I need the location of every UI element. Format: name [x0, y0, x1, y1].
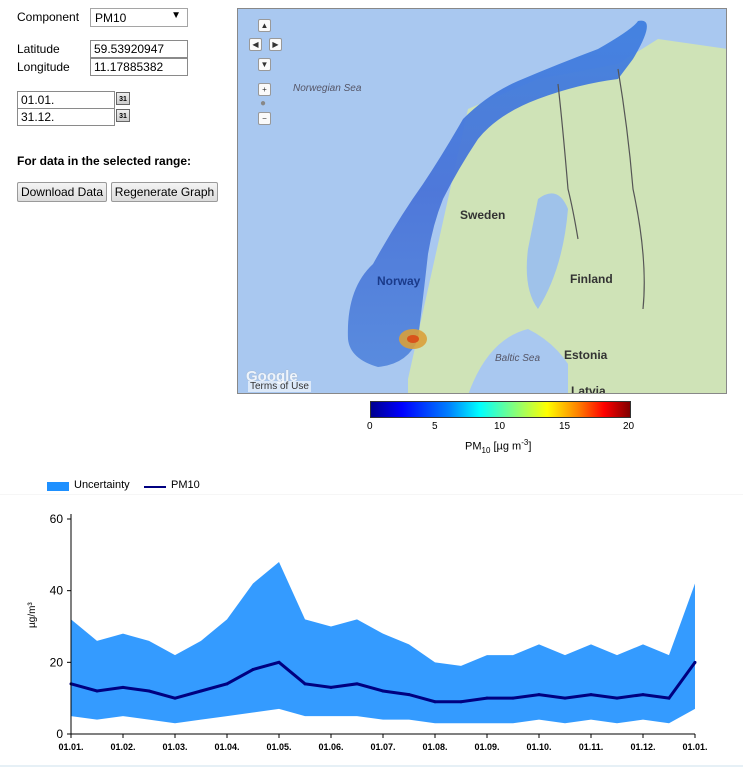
y-tick-label: 0: [56, 727, 63, 741]
data-point-pm10: [537, 693, 541, 697]
x-tick-label: 01.12.: [630, 742, 655, 752]
date-to-field[interactable]: [17, 108, 115, 126]
map-label-sweden: Sweden: [460, 208, 506, 222]
legend-label-pm10[interactable]: PM10: [171, 479, 200, 491]
colorbar-tick: 5: [432, 421, 438, 432]
pan-up-icon[interactable]: ▲: [258, 19, 271, 32]
calendar-icon[interactable]: 31: [116, 109, 130, 122]
x-tick-label: 01.01.: [58, 742, 83, 752]
x-tick-label: 01.03.: [162, 742, 187, 752]
y-tick-label: 40: [50, 584, 64, 598]
data-point-pm10: [433, 700, 437, 704]
x-tick-label: 01.08.: [422, 742, 447, 752]
pan-left-icon[interactable]: ◀: [249, 38, 262, 51]
data-point-pm10: [641, 693, 645, 697]
x-tick-label: 01.04.: [214, 742, 239, 752]
map-label-latvia: Latvia: [571, 384, 606, 394]
map-label-baltic-sea: Baltic Sea: [495, 353, 541, 364]
x-tick-label: 01.07.: [370, 742, 395, 752]
data-point-pm10: [381, 689, 385, 693]
download-data-button[interactable]: Download Data: [17, 182, 107, 202]
x-tick-label: 01.09.: [474, 742, 499, 752]
zoom-in-icon[interactable]: +: [258, 83, 271, 96]
x-tick-label: 01.06.: [318, 742, 343, 752]
data-point-pm10: [199, 689, 203, 693]
x-tick-label: 01.10.: [526, 742, 551, 752]
component-select[interactable]: PM10 ▼: [90, 8, 188, 27]
data-point-pm10: [667, 696, 671, 700]
chart-ylabel: µg/m³: [27, 602, 38, 628]
data-point-pm10: [355, 682, 359, 686]
y-tick-label: 20: [50, 655, 64, 669]
data-point-pm10: [225, 682, 229, 686]
data-point-pm10: [615, 696, 619, 700]
legend-swatch-uncertainty: [47, 482, 69, 491]
latitude-field[interactable]: [90, 40, 188, 58]
legend-label-uncertainty[interactable]: Uncertainty: [74, 479, 130, 491]
data-point-pm10: [251, 668, 255, 671]
y-tick-label: 60: [50, 512, 64, 526]
data-point-pm10: [147, 689, 151, 693]
latitude-label: Latitude: [17, 42, 60, 56]
data-point-pm10: [589, 693, 593, 697]
zoom-out-icon[interactable]: −: [258, 112, 271, 125]
data-point-pm10: [511, 696, 515, 700]
colorbar-tick: 20: [623, 421, 635, 432]
data-point-pm10: [121, 685, 125, 689]
chevron-down-icon: ▼: [171, 10, 181, 21]
pegman-icon[interactable]: ●: [260, 98, 266, 109]
data-point-pm10: [277, 660, 281, 664]
regenerate-graph-button[interactable]: Regenerate Graph: [111, 182, 218, 202]
map[interactable]: ▲ ◀ ▶ ▼ + ● − Norwegian Sea Sweden Norwa…: [237, 8, 727, 394]
x-tick-label: 01.02.: [110, 742, 135, 752]
data-point-pm10: [563, 696, 567, 700]
colorbar: [370, 401, 631, 418]
pan-down-icon[interactable]: ▼: [258, 58, 271, 71]
date-from-field[interactable]: [17, 91, 115, 109]
timeseries-chart: 0 20 40 60 01.01. 01.02. 01.03. 01.04. 01.05. 01.…: [0, 494, 743, 767]
data-point-pm10: [173, 696, 177, 700]
data-point-pm10: [459, 700, 463, 704]
longitude-label: Longitude: [17, 60, 70, 74]
legend-swatch-pm10: [144, 486, 166, 488]
map-label-finland: Finland: [570, 272, 613, 286]
chart-marks: [69, 562, 697, 724]
component-value: PM10: [95, 11, 127, 25]
data-point-pm10: [485, 696, 489, 700]
x-tick-label: 01.11.: [579, 742, 604, 752]
map-label-norway: Norway: [377, 274, 421, 288]
data-point-pm10: [95, 689, 99, 693]
hotspot-oslo-core: [407, 335, 419, 343]
colorbar-tick: 10: [494, 421, 506, 432]
x-tick-label: 01.01.: [682, 742, 707, 752]
x-tick-label: 01.05.: [266, 742, 291, 752]
colorbar-tick: 15: [559, 421, 571, 432]
map-label-norwegian-sea: Norwegian Sea: [293, 83, 362, 94]
map-canvas: [238, 9, 726, 393]
data-point-pm10: [407, 693, 411, 697]
data-point-pm10: [329, 685, 333, 689]
data-point-pm10: [693, 660, 697, 664]
colorbar-tick: 0: [367, 421, 373, 432]
calendar-icon[interactable]: 31: [116, 92, 130, 105]
pan-right-icon[interactable]: ▶: [269, 38, 282, 51]
map-label-estonia: Estonia: [564, 348, 608, 362]
terms-of-use-link[interactable]: Terms of Use: [248, 381, 311, 392]
colorbar-label: PM10 [µg m-3]: [465, 438, 532, 455]
longitude-field[interactable]: [90, 58, 188, 76]
component-label: Component: [17, 10, 80, 24]
range-note: For data in the selected range:: [17, 154, 192, 168]
data-point-pm10: [303, 682, 307, 686]
series-band-uncertainty: [71, 562, 695, 724]
